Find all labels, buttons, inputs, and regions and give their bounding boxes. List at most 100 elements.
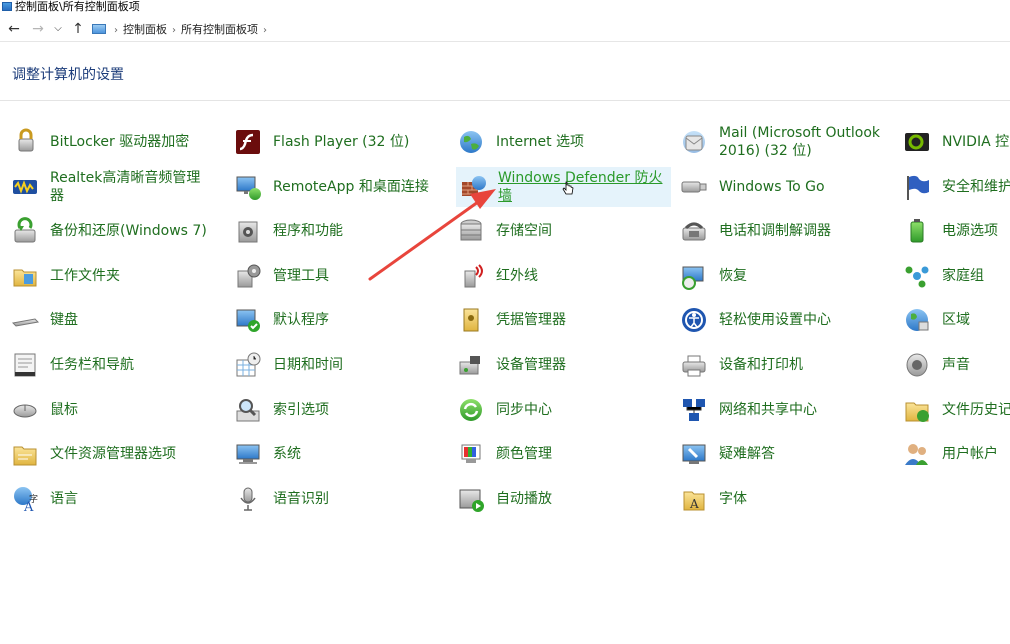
breadcrumb-item-all-items[interactable]: 所有控制面板项 <box>181 23 258 36</box>
control-panel-item-calendar-clock[interactable]: 日期和时间 <box>223 345 435 385</box>
control-panel-item-region[interactable]: 区域 <box>892 300 1010 340</box>
control-panel-item-label[interactable]: 存储空间 <box>496 222 552 240</box>
control-panel-item-sync[interactable]: 同步中心 <box>446 390 658 430</box>
storage-icon <box>456 216 486 246</box>
control-panel-item-storage[interactable]: 存储空间 <box>446 211 658 251</box>
control-panel-item-label[interactable]: 凭据管理器 <box>496 311 566 329</box>
control-panel-item-backup[interactable]: 备份和还原(Windows 7) <box>0 211 212 251</box>
control-panel-item-usb-drive[interactable]: Windows To Go <box>669 167 881 207</box>
control-panel-item-label[interactable]: 默认程序 <box>273 311 329 329</box>
control-panel-item-label[interactable]: Realtek高清晰音频管理器 <box>50 169 212 205</box>
control-panel-item-credential[interactable]: 凭据管理器 <box>446 300 658 340</box>
control-panel-item-label[interactable]: 日期和时间 <box>273 356 343 374</box>
control-panel-item-network[interactable]: 网络和共享中心 <box>669 390 881 430</box>
control-panel-item-user-accounts[interactable]: 用户帐户 <box>892 434 1010 474</box>
control-panel-item-label[interactable]: 设备和打印机 <box>719 356 803 374</box>
control-panel-item-phone[interactable]: 电话和调制解调器 <box>669 211 881 251</box>
control-panel-item-label[interactable]: 用户帐户 <box>942 445 998 463</box>
control-panel-item-label[interactable]: 管理工具 <box>273 267 329 285</box>
control-panel-item-search-index[interactable]: 索引选项 <box>223 390 435 430</box>
control-panel-item-autoplay[interactable]: 自动播放 <box>446 479 658 519</box>
control-panel-item-label[interactable]: 鼠标 <box>50 401 78 419</box>
control-panel-item-programs[interactable]: 程序和功能 <box>223 211 435 251</box>
control-panel-item-label[interactable]: Mail (Microsoft Outlook 2016) (32 位) <box>719 124 881 160</box>
up-arrow-icon[interactable]: ↑ <box>70 20 86 38</box>
control-panel-item-printer[interactable]: 设备和打印机 <box>669 345 881 385</box>
control-panel-item-label[interactable]: 系统 <box>273 445 301 463</box>
control-panel-item-language[interactable]: A 字语言 <box>0 479 212 519</box>
control-panel-item-label[interactable]: 文件历史记 <box>942 401 1010 419</box>
recent-chevron-down-icon[interactable]: ⌵ <box>52 20 64 38</box>
control-panel-item-mouse[interactable]: 鼠标 <box>0 390 212 430</box>
control-panel-item-mail[interactable]: Mail (Microsoft Outlook 2016) (32 位) <box>669 122 881 162</box>
control-panel-item-folder[interactable]: 工作文件夹 <box>0 256 212 296</box>
control-panel-item-label[interactable]: 电话和调制解调器 <box>719 222 831 240</box>
control-panel-item-ease-of-access[interactable]: 轻松使用设置中心 <box>669 300 881 340</box>
breadcrumb-separator-icon[interactable]: › <box>172 25 176 36</box>
control-panel-item-power[interactable]: 电源选项 <box>892 211 1010 251</box>
control-panel-item-fonts[interactable]: A 字体 <box>669 479 881 519</box>
control-panel-item-tools[interactable]: 管理工具 <box>223 256 435 296</box>
control-panel-item-label[interactable]: Flash Player (32 位) <box>273 133 409 151</box>
control-panel-item-label[interactable]: RemoteApp 和桌面连接 <box>273 178 429 196</box>
control-panel-item-label[interactable]: 区域 <box>942 311 970 329</box>
control-panel-item-device-manager[interactable]: 设备管理器 <box>446 345 658 385</box>
control-panel-item-label[interactable]: Windows Defender 防火墙 <box>498 169 671 205</box>
control-panel-item-troubleshoot[interactable]: 疑难解答 <box>669 434 881 474</box>
control-panel-item-label[interactable]: BitLocker 驱动器加密 <box>50 133 189 151</box>
control-panel-item-speaker[interactable]: 声音 <box>892 345 1010 385</box>
control-panel-item-label[interactable]: 语言 <box>50 490 78 508</box>
control-panel-item-label[interactable]: 备份和还原(Windows 7) <box>50 222 207 240</box>
control-panel-item-audio-wave[interactable]: Realtek高清晰音频管理器 <box>0 167 212 207</box>
control-panel-item-keyboard[interactable]: 键盘 <box>0 300 212 340</box>
control-panel-item-label[interactable]: 轻松使用设置中心 <box>719 311 831 329</box>
control-panel-item-label[interactable]: Windows To Go <box>719 178 825 196</box>
control-panel-item-remote-desktop[interactable]: RemoteApp 和桌面连接 <box>223 167 435 207</box>
control-panel-item-label[interactable]: 红外线 <box>496 267 538 285</box>
breadcrumb-separator-icon[interactable]: › <box>263 25 267 36</box>
control-panel-item-label[interactable]: 任务栏和导航 <box>50 356 134 374</box>
control-panel-item-taskbar[interactable]: 任务栏和导航 <box>0 345 212 385</box>
control-panel-item-folder-options[interactable]: 文件资源管理器选项 <box>0 434 212 474</box>
control-panel-item-color-management[interactable]: 颜色管理 <box>446 434 658 474</box>
control-panel-item-label[interactable]: 字体 <box>719 490 747 508</box>
control-panel-item-label[interactable]: 颜色管理 <box>496 445 552 463</box>
control-panel-item-nvidia[interactable]: NVIDIA 控 <box>892 122 1010 162</box>
control-panel-item-label[interactable]: 安全和维护 <box>942 178 1010 196</box>
address-bar-icon <box>92 24 106 34</box>
control-panel-item-recovery[interactable]: 恢复 <box>669 256 881 296</box>
control-panel-item-label[interactable]: 声音 <box>942 356 970 374</box>
control-panel-item-default-programs[interactable]: 默认程序 <box>223 300 435 340</box>
control-panel-item-file-history[interactable]: 文件历史记 <box>892 390 1010 430</box>
forward-arrow-icon[interactable]: → <box>30 20 46 38</box>
control-panel-item-label[interactable]: 设备管理器 <box>496 356 566 374</box>
control-panel-item-flag[interactable]: 安全和维护 <box>892 167 1010 207</box>
breadcrumb-item-control-panel[interactable]: 控制面板 <box>123 23 167 36</box>
control-panel-item-infrared[interactable]: 红外线 <box>446 256 658 296</box>
control-panel-item-label[interactable]: 电源选项 <box>942 222 998 240</box>
control-panel-item-lock[interactable]: BitLocker 驱动器加密 <box>0 122 212 162</box>
control-panel-item-label[interactable]: 疑难解答 <box>719 445 775 463</box>
control-panel-item-label[interactable]: 恢复 <box>719 267 747 285</box>
control-panel-item-label[interactable]: 键盘 <box>50 311 78 329</box>
control-panel-item-label[interactable]: 索引选项 <box>273 401 329 419</box>
control-panel-item-label[interactable]: Internet 选项 <box>496 133 584 151</box>
control-panel-item-label[interactable]: 网络和共享中心 <box>719 401 817 419</box>
control-panel-item-microphone[interactable]: 语音识别 <box>223 479 435 519</box>
control-panel-item-label[interactable]: 自动播放 <box>496 490 552 508</box>
control-panel-item-label[interactable]: 家庭组 <box>942 267 984 285</box>
control-panel-item-label[interactable]: 工作文件夹 <box>50 267 120 285</box>
control-panel-item-homegroup[interactable]: 家庭组 <box>892 256 1010 296</box>
back-arrow-icon[interactable]: ← <box>6 20 22 38</box>
control-panel-item-globe[interactable]: Internet 选项 <box>446 122 658 162</box>
autoplay-icon <box>456 484 486 514</box>
control-panel-item-label[interactable]: 同步中心 <box>496 401 552 419</box>
control-panel-item-label[interactable]: 语音识别 <box>273 490 329 508</box>
control-panel-item-label[interactable]: NVIDIA 控 <box>942 133 1009 151</box>
breadcrumb-separator-icon[interactable]: › <box>114 25 118 36</box>
control-panel-item-label[interactable]: 文件资源管理器选项 <box>50 445 176 463</box>
control-panel-item-label[interactable]: 程序和功能 <box>273 222 343 240</box>
infrared-icon <box>456 261 486 291</box>
control-panel-item-flash[interactable]: Flash Player (32 位) <box>223 122 435 162</box>
control-panel-item-system[interactable]: 系统 <box>223 434 435 474</box>
